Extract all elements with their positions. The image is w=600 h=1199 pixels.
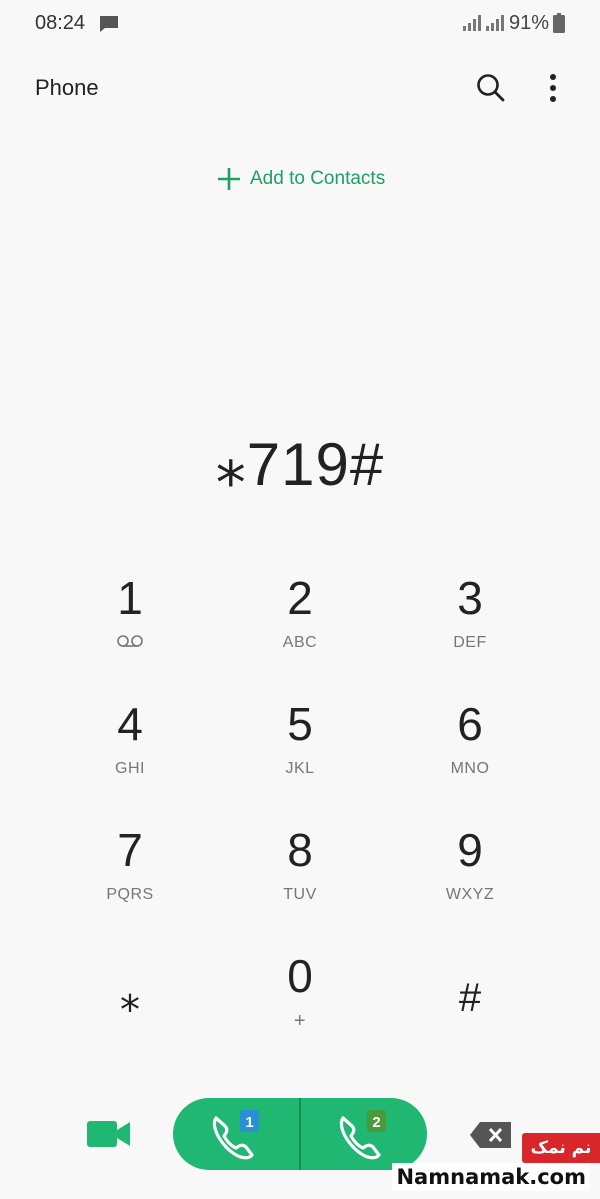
search-button[interactable] xyxy=(474,71,508,105)
key-digit: ⁎ xyxy=(120,976,140,1020)
dialed-number[interactable]: ⁎719# xyxy=(0,430,600,500)
key-letters: MNO xyxy=(450,760,490,777)
key-letters: + xyxy=(293,1010,307,1032)
message-icon xyxy=(100,16,118,32)
key-letters: DEF xyxy=(453,634,487,651)
status-time: 08:24 xyxy=(35,12,86,34)
key-star[interactable]: ⁎ xyxy=(45,960,215,1072)
key-7[interactable]: 7 PQRS xyxy=(45,812,215,924)
key-digit: 9 xyxy=(457,824,483,876)
key-digit: 8 xyxy=(287,824,313,876)
watermark: نم نمک Namnamak.com xyxy=(392,1133,600,1193)
key-5[interactable]: 5 JKL xyxy=(215,686,385,798)
key-digit: 0 xyxy=(287,950,313,1002)
search-icon xyxy=(477,74,505,102)
key-2[interactable]: 2 ABC xyxy=(215,560,385,672)
video-call-icon xyxy=(87,1121,130,1147)
key-digit: 7 xyxy=(117,824,143,876)
signal-sim1-icon xyxy=(463,15,481,31)
battery-icon xyxy=(553,13,565,33)
key-digit: 5 xyxy=(287,698,313,750)
key-4[interactable]: 4 GHI xyxy=(45,686,215,798)
key-0[interactable]: 0 + xyxy=(215,938,385,1050)
more-vert-icon xyxy=(550,74,556,102)
key-6[interactable]: 6 MNO xyxy=(385,686,555,798)
key-1[interactable]: 1 xyxy=(45,560,215,672)
key-digit: # xyxy=(458,976,482,1020)
call-sim1-button[interactable]: 1 xyxy=(173,1098,300,1170)
sim1-label: 1 xyxy=(245,1114,253,1131)
sim2-label: 2 xyxy=(372,1114,380,1131)
battery-percent: 91% xyxy=(509,12,550,34)
key-digit: 1 xyxy=(117,572,143,624)
plus-icon xyxy=(218,168,240,190)
page-title: Phone xyxy=(35,75,99,100)
key-letters: PQRS xyxy=(106,886,154,903)
watermark-logo: نم نمک xyxy=(522,1133,600,1163)
watermark-text: Namnamak.com xyxy=(392,1163,590,1191)
key-digit: 2 xyxy=(287,572,313,624)
key-digit: 4 xyxy=(117,698,143,750)
key-digit: 6 xyxy=(457,698,483,750)
key-9[interactable]: 9 WXYZ xyxy=(385,812,555,924)
key-letters: WXYZ xyxy=(445,886,495,903)
key-letters: ABC xyxy=(282,634,318,651)
key-digit: 3 xyxy=(457,572,483,624)
status-bar: 08:24 91% xyxy=(0,0,600,48)
phone-icon: 1 xyxy=(212,1110,259,1160)
voicemail-icon xyxy=(117,635,143,647)
key-letters: TUV xyxy=(283,886,317,903)
add-to-contacts-label: Add to Contacts xyxy=(250,168,386,189)
key-8[interactable]: 8 TUV xyxy=(215,812,385,924)
signal-sim2-icon xyxy=(486,15,504,31)
key-letters: GHI xyxy=(115,760,145,777)
add-to-contacts-button[interactable]: Add to Contacts xyxy=(216,163,385,195)
video-call-button[interactable] xyxy=(84,1115,134,1153)
call-buttons: 1 2 xyxy=(173,1098,427,1170)
key-3[interactable]: 3 DEF xyxy=(385,560,555,672)
key-letters: JKL xyxy=(285,760,315,777)
key-hash[interactable]: # xyxy=(385,960,555,1072)
more-options-button[interactable] xyxy=(538,70,568,106)
